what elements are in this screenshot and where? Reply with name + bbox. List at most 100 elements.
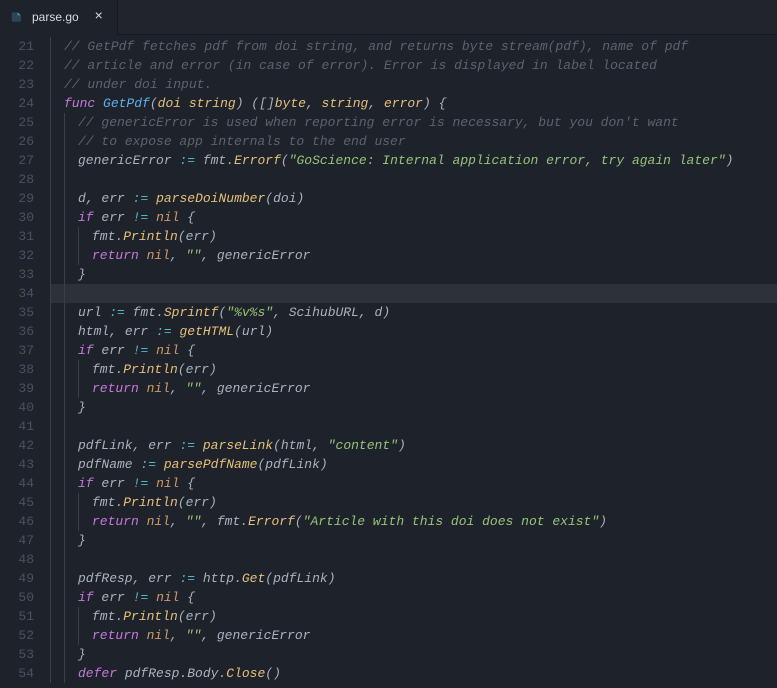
code-line[interactable]: // GetPdf fetches pdf from doi string, a… — [50, 37, 777, 56]
token-punct — [148, 189, 156, 208]
code-line[interactable]: d, err := parseDoiNumber(doi) — [50, 189, 777, 208]
token-ident: fmt — [92, 607, 115, 626]
token-ident: genericError — [217, 246, 311, 265]
code-line[interactable]: return nil, "", fmt.Errorf("Article with… — [50, 512, 777, 531]
code-line[interactable]: } — [50, 398, 777, 417]
code-line[interactable]: genericError := fmt.Errorf("GoScience: I… — [50, 151, 777, 170]
token-operator: := — [179, 569, 195, 588]
indent-guide — [64, 341, 78, 360]
token-comment: // under doi input. — [64, 75, 212, 94]
code-editor[interactable]: 2122232425262728293031323334353637383940… — [0, 35, 777, 688]
indent-guide — [64, 398, 78, 417]
token-ident: fmt — [92, 360, 115, 379]
code-line[interactable]: fmt.Println(err) — [50, 607, 777, 626]
code-line[interactable]: return nil, "", genericError — [50, 626, 777, 645]
code-line[interactable] — [50, 170, 777, 189]
line-number: 44 — [0, 474, 34, 493]
indent-guide — [64, 512, 78, 531]
token-punct: . — [156, 303, 164, 322]
close-icon[interactable]: × — [91, 9, 107, 25]
code-line[interactable]: return nil, "", genericError — [50, 379, 777, 398]
token-ident: err — [186, 493, 209, 512]
indent-guide — [50, 227, 64, 246]
token-punct — [94, 474, 102, 493]
token-string: "content" — [328, 436, 398, 455]
indent-guide — [50, 132, 64, 151]
token-punct — [94, 208, 102, 227]
line-number: 35 — [0, 303, 34, 322]
indent-guide — [50, 75, 64, 94]
code-line[interactable] — [50, 284, 777, 303]
file-tab[interactable]: parse.go × — [0, 0, 118, 35]
code-line[interactable]: url := fmt.Sprintf("%v%s", ScihubURL, d) — [50, 303, 777, 322]
code-line[interactable]: fmt.Println(err) — [50, 360, 777, 379]
token-punct: , — [170, 626, 186, 645]
indent-guide — [64, 550, 78, 569]
token-ident: d — [78, 189, 86, 208]
token-comment: // article and error (in case of error).… — [64, 56, 657, 75]
token-func-name: GetPdf — [103, 94, 150, 113]
line-number: 36 — [0, 322, 34, 341]
token-ident: genericError — [217, 379, 311, 398]
indent-guide — [64, 265, 78, 284]
code-line[interactable]: fmt.Println(err) — [50, 227, 777, 246]
code-line[interactable]: if err != nil { — [50, 474, 777, 493]
code-line[interactable]: // under doi input. — [50, 75, 777, 94]
code-line[interactable]: pdfName := parsePdfName(pdfLink) — [50, 455, 777, 474]
indent-guide — [64, 645, 78, 664]
line-number: 32 — [0, 246, 34, 265]
code-line[interactable]: pdfResp, err := http.Get(pdfLink) — [50, 569, 777, 588]
token-punct: . — [234, 569, 242, 588]
token-operator: := — [179, 151, 195, 170]
token-string: "GoScience: Internal application error, … — [289, 151, 726, 170]
code-line[interactable] — [50, 417, 777, 436]
token-operator: := — [179, 436, 195, 455]
code-line[interactable]: pdfLink, err := parseLink(html, "content… — [50, 436, 777, 455]
code-line[interactable]: } — [50, 265, 777, 284]
token-punct: , — [312, 436, 328, 455]
token-punct: ) — [599, 512, 607, 531]
code-line[interactable]: html, err := getHTML(url) — [50, 322, 777, 341]
code-line[interactable] — [50, 550, 777, 569]
token-punct: . — [115, 493, 123, 512]
token-const: nil — [147, 512, 170, 531]
code-line[interactable]: // article and error (in case of error).… — [50, 56, 777, 75]
code-line[interactable]: fmt.Println(err) — [50, 493, 777, 512]
token-ident: fmt — [217, 512, 240, 531]
code-line[interactable]: defer pdfResp.Body.Close() — [50, 664, 777, 683]
code-line[interactable]: return nil, "", genericError — [50, 246, 777, 265]
code-line[interactable]: // to expose app internals to the end us… — [50, 132, 777, 151]
token-call: Println — [123, 360, 178, 379]
code-line[interactable]: if err != nil { — [50, 208, 777, 227]
code-line[interactable]: func GetPdf(doi string) ([]byte, string,… — [50, 94, 777, 113]
line-number: 53 — [0, 645, 34, 664]
code-line[interactable]: if err != nil { — [50, 588, 777, 607]
token-ident: doi — [273, 189, 296, 208]
indent-guide — [50, 37, 64, 56]
token-ident: fmt — [92, 227, 115, 246]
token-keyword: func — [64, 94, 95, 113]
token-type: string — [189, 94, 236, 113]
line-number: 22 — [0, 56, 34, 75]
token-punct: ( — [178, 360, 186, 379]
indent-guide — [50, 56, 64, 75]
code-line[interactable]: } — [50, 531, 777, 550]
code-line[interactable]: if err != nil { — [50, 341, 777, 360]
indent-guide — [64, 474, 78, 493]
token-ident: fmt — [195, 151, 226, 170]
indent-guide — [64, 246, 78, 265]
token-call: parsePdfName — [164, 455, 258, 474]
token-keyword: return — [92, 512, 139, 531]
token-string: "" — [186, 246, 202, 265]
indent-guide — [78, 626, 92, 645]
indent-guide — [50, 512, 64, 531]
code-content[interactable]: // GetPdf fetches pdf from doi string, a… — [50, 35, 777, 688]
indent-guide — [64, 303, 78, 322]
token-punct: } — [78, 398, 86, 417]
code-line[interactable]: } — [50, 645, 777, 664]
indent-guide — [64, 455, 78, 474]
token-punct: ( — [218, 303, 226, 322]
code-line[interactable]: // genericError is used when reporting e… — [50, 113, 777, 132]
indent-guide — [64, 664, 78, 683]
indent-guide — [50, 341, 64, 360]
